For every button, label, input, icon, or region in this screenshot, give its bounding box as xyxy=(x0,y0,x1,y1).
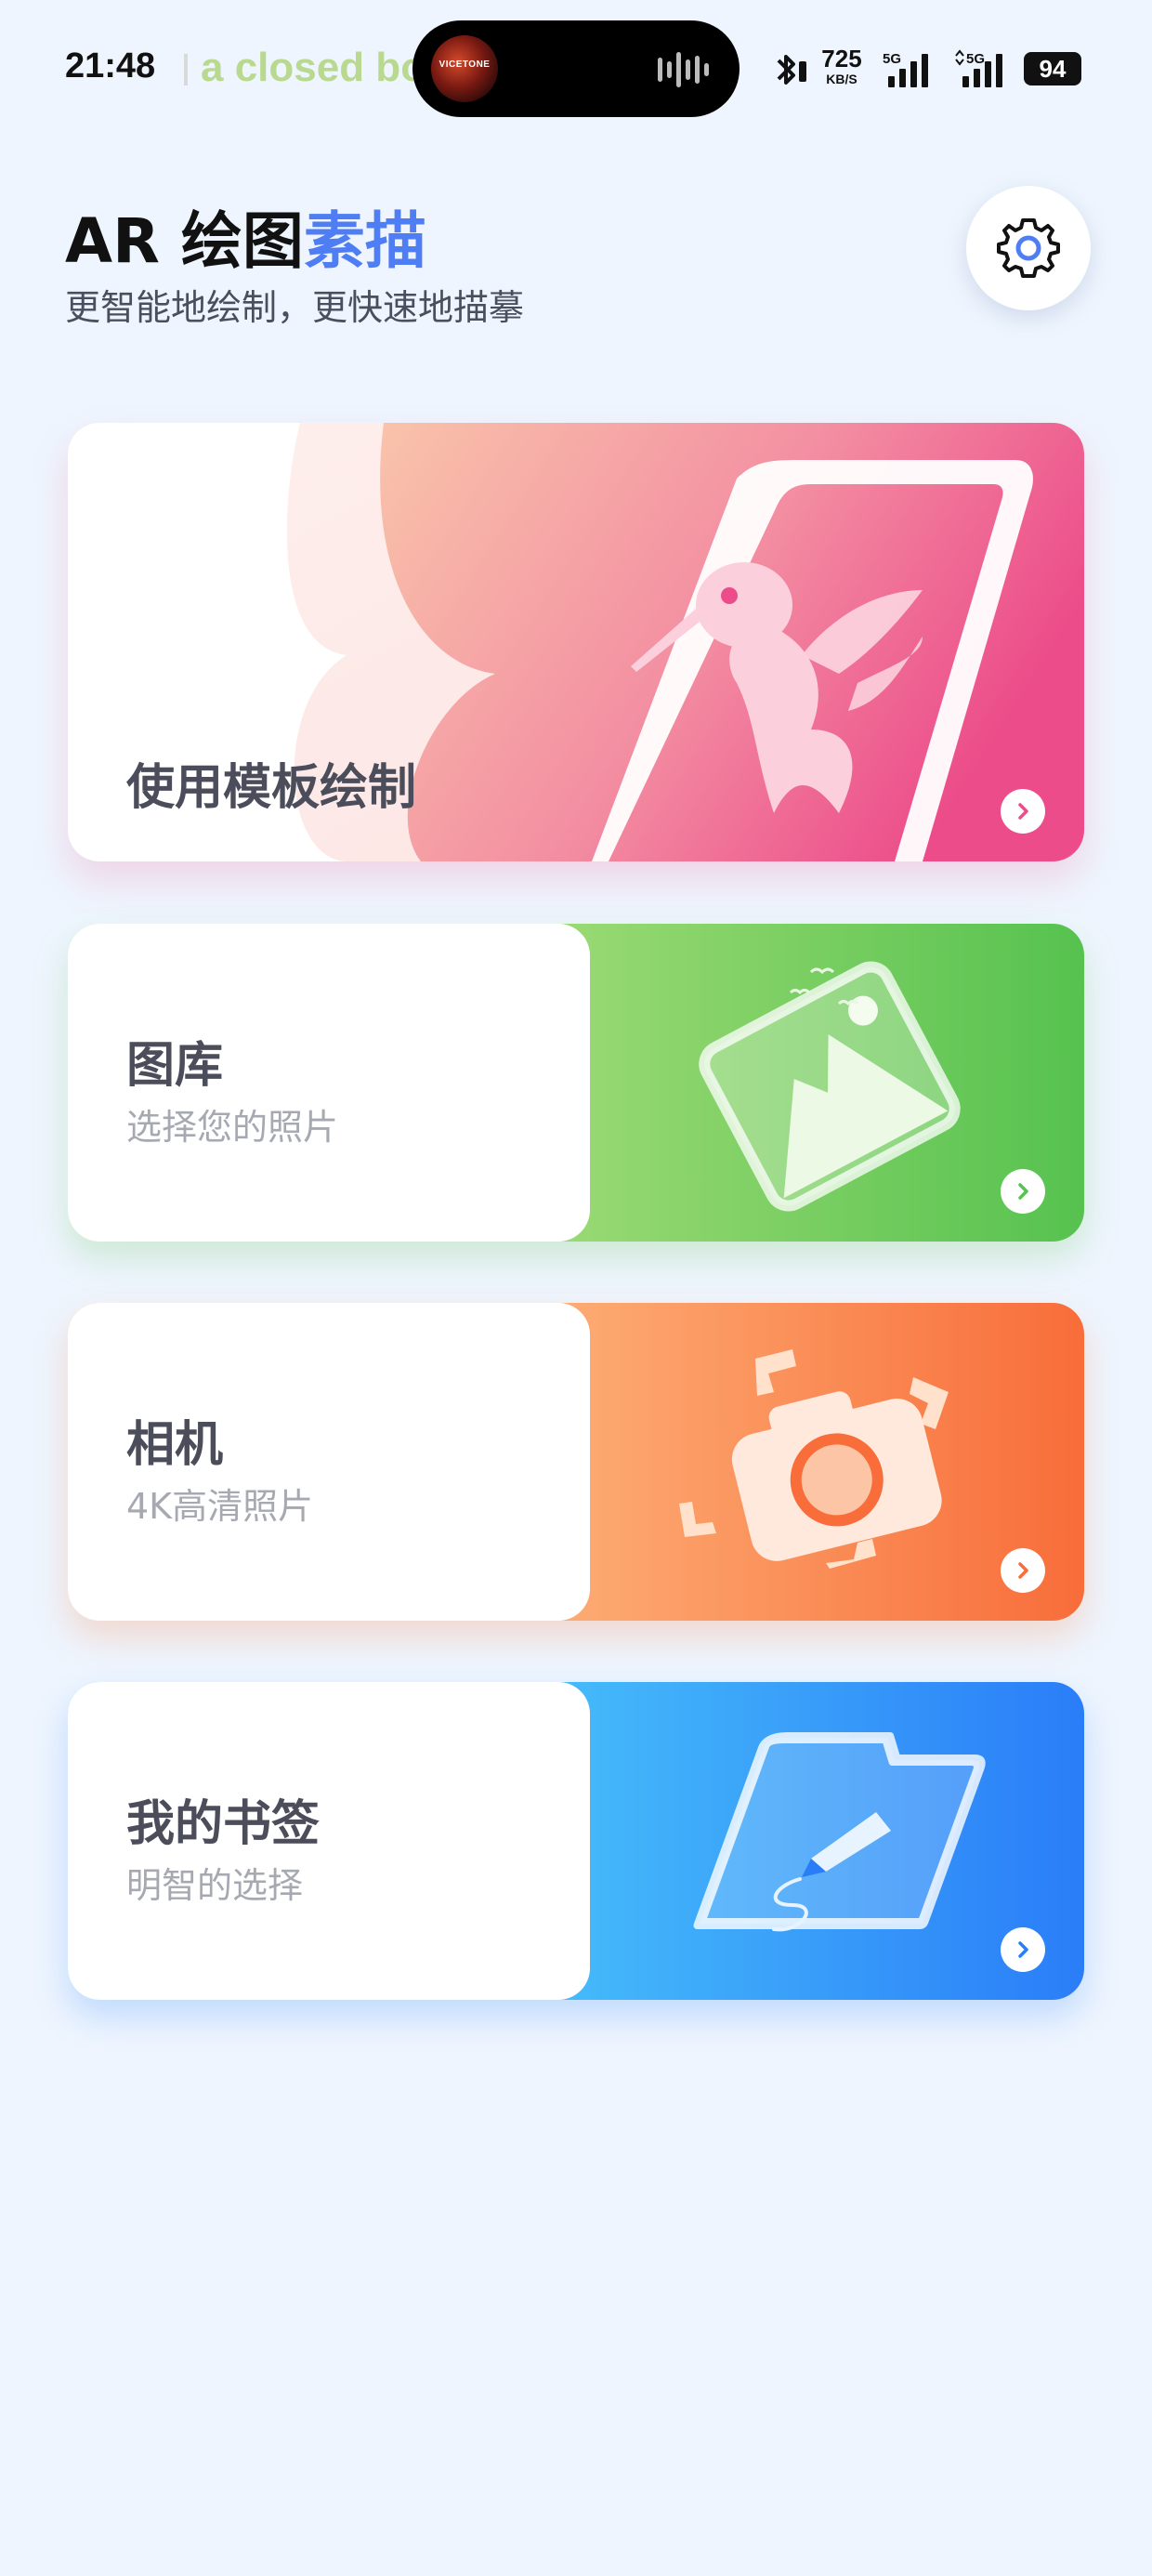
camera-title: 相机 xyxy=(126,1417,224,1473)
template-draw-arrow[interactable] xyxy=(1001,789,1045,834)
battery-indicator: 94 xyxy=(1024,52,1081,85)
bookmark-arrow[interactable] xyxy=(1001,1927,1045,1972)
svg-text:5G: 5G xyxy=(883,51,901,67)
clock: 21:48 xyxy=(65,46,156,85)
camera-illustration xyxy=(679,1349,949,1569)
gallery-subtitle: 选择您的照片 xyxy=(126,1107,339,1148)
status-bar: 21:48 a closed bo VICETONE 725 KB/S 5G 5… xyxy=(0,0,1152,130)
gear-icon xyxy=(997,218,1060,278)
bookmark-subtitle: 明智的选择 xyxy=(126,1865,304,1906)
settings-button[interactable] xyxy=(966,186,1091,310)
svg-text:5G: 5G xyxy=(966,51,985,67)
page-subtitle: 更智能地绘制，更快速地描摹 xyxy=(65,287,525,328)
bookmark-card[interactable]: 我的书签 明智的选择 xyxy=(68,1682,1084,2000)
chevron-right-icon xyxy=(1018,803,1028,820)
chevron-right-icon xyxy=(1018,1562,1028,1579)
page-title: AR 绘图素描 xyxy=(65,205,426,277)
gallery-arrow[interactable] xyxy=(1001,1169,1045,1214)
template-draw-title: 使用模板绘制 xyxy=(126,760,417,816)
camera-arrow[interactable] xyxy=(1001,1548,1045,1593)
bookmark-title: 我的书签 xyxy=(126,1796,321,1852)
folder-pen-illustration xyxy=(693,1732,986,1932)
camera-subtitle: 4K高清照片 xyxy=(126,1486,314,1527)
audio-wave-icon xyxy=(658,52,709,87)
camera-card[interactable]: 相机 4K高清照片 xyxy=(68,1303,1084,1621)
chevron-right-icon xyxy=(1018,1183,1028,1200)
signal-5g-icon: 5G xyxy=(883,51,928,87)
signal-5g-icon-2: 5G xyxy=(955,49,1002,87)
template-draw-card[interactable]: 使用模板绘制 xyxy=(68,423,1084,861)
now-playing-text[interactable]: a closed bo xyxy=(184,45,427,97)
network-speed: 725 KB/S xyxy=(821,45,862,86)
image-frame-illustration xyxy=(699,961,961,1212)
dynamic-island[interactable]: VICETONE xyxy=(412,20,740,117)
chevron-right-icon xyxy=(1018,1941,1028,1958)
gallery-title: 图库 xyxy=(126,1038,224,1094)
album-art: VICETONE xyxy=(431,35,498,102)
bluetooth-icon xyxy=(777,55,806,85)
gallery-card[interactable]: 图库 选择您的照片 xyxy=(68,924,1084,1242)
